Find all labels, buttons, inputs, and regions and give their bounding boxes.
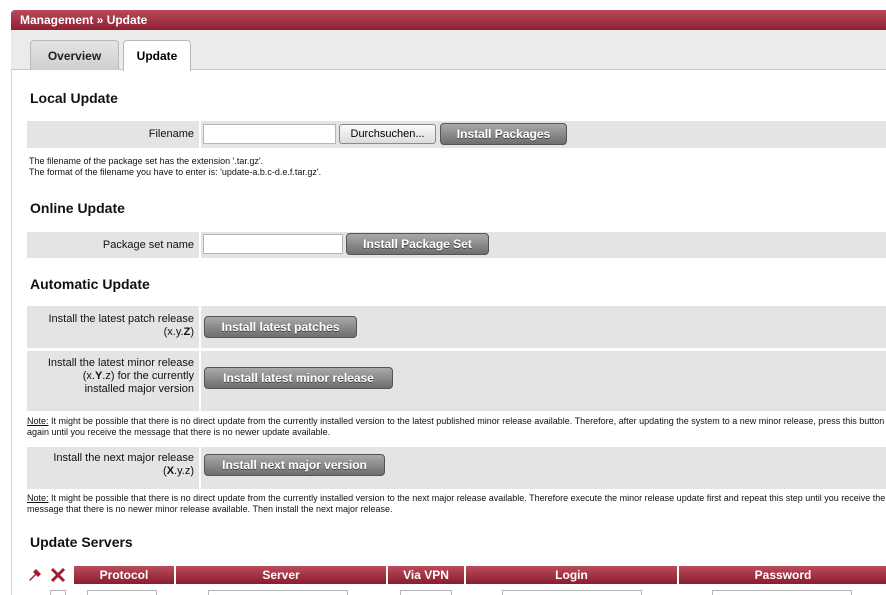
minor-release-label: Install the latest minor release (x.Y.z)…: [47, 357, 194, 395]
package-set-label: Package set name: [102, 239, 194, 251]
minor-release-note: Note: It might be possible that there is…: [27, 416, 885, 437]
tab-overview[interactable]: Overview: [30, 40, 119, 70]
row-divider: [199, 121, 201, 148]
delete-x-icon[interactable]: [50, 566, 66, 584]
install-package-set-button[interactable]: Install Package Set: [346, 233, 489, 255]
page-breadcrumb: Management » Update: [11, 10, 886, 30]
update-servers-heading: Update Servers: [30, 534, 133, 550]
patch-release-label: Install the latest patch release (x.y.Z): [48, 313, 194, 338]
automatic-update-heading: Automatic Update: [30, 276, 150, 292]
server-input[interactable]: [208, 590, 348, 595]
wrench-add-icon[interactable]: [27, 566, 43, 584]
row-divider: [199, 351, 201, 411]
online-update-heading: Online Update: [30, 200, 125, 216]
password-input[interactable]: [712, 590, 852, 595]
protocol-select[interactable]: [87, 590, 157, 595]
via-vpn-select[interactable]: [400, 590, 452, 595]
filename-help-2: The format of the filename you have to e…: [29, 167, 322, 177]
row-divider: [199, 447, 201, 489]
major-release-note: Note: It might be possible that there is…: [27, 493, 886, 514]
install-latest-patches-button[interactable]: Install latest patches: [204, 316, 357, 338]
row-divider: [199, 306, 201, 348]
column-server: Server: [176, 566, 386, 584]
install-packages-button[interactable]: Install Packages: [440, 123, 567, 145]
install-next-major-button[interactable]: Install next major version: [204, 454, 385, 476]
update-panel: Local Update Filename Durchsuchen... Ins…: [11, 70, 886, 595]
filename-label: Filename: [148, 128, 194, 140]
column-login: Login: [466, 566, 677, 584]
column-via-vpn: Via VPN: [388, 566, 464, 584]
row-divider: [199, 232, 201, 258]
package-set-input[interactable]: [203, 234, 343, 254]
filename-input[interactable]: [203, 124, 336, 144]
major-release-label: Install the next major release (X.y.z): [53, 452, 194, 477]
login-input[interactable]: [502, 590, 642, 595]
filename-help-1: The filename of the package set has the …: [29, 156, 264, 166]
row-checkbox[interactable]: [50, 590, 66, 595]
tab-strip: Overview Update: [11, 30, 886, 71]
column-protocol: Protocol: [74, 566, 174, 584]
column-password: Password: [679, 566, 886, 584]
tab-update[interactable]: Update: [123, 40, 191, 71]
local-update-heading: Local Update: [30, 90, 118, 106]
install-latest-minor-button[interactable]: Install latest minor release: [204, 367, 393, 389]
browse-button[interactable]: Durchsuchen...: [339, 124, 436, 144]
